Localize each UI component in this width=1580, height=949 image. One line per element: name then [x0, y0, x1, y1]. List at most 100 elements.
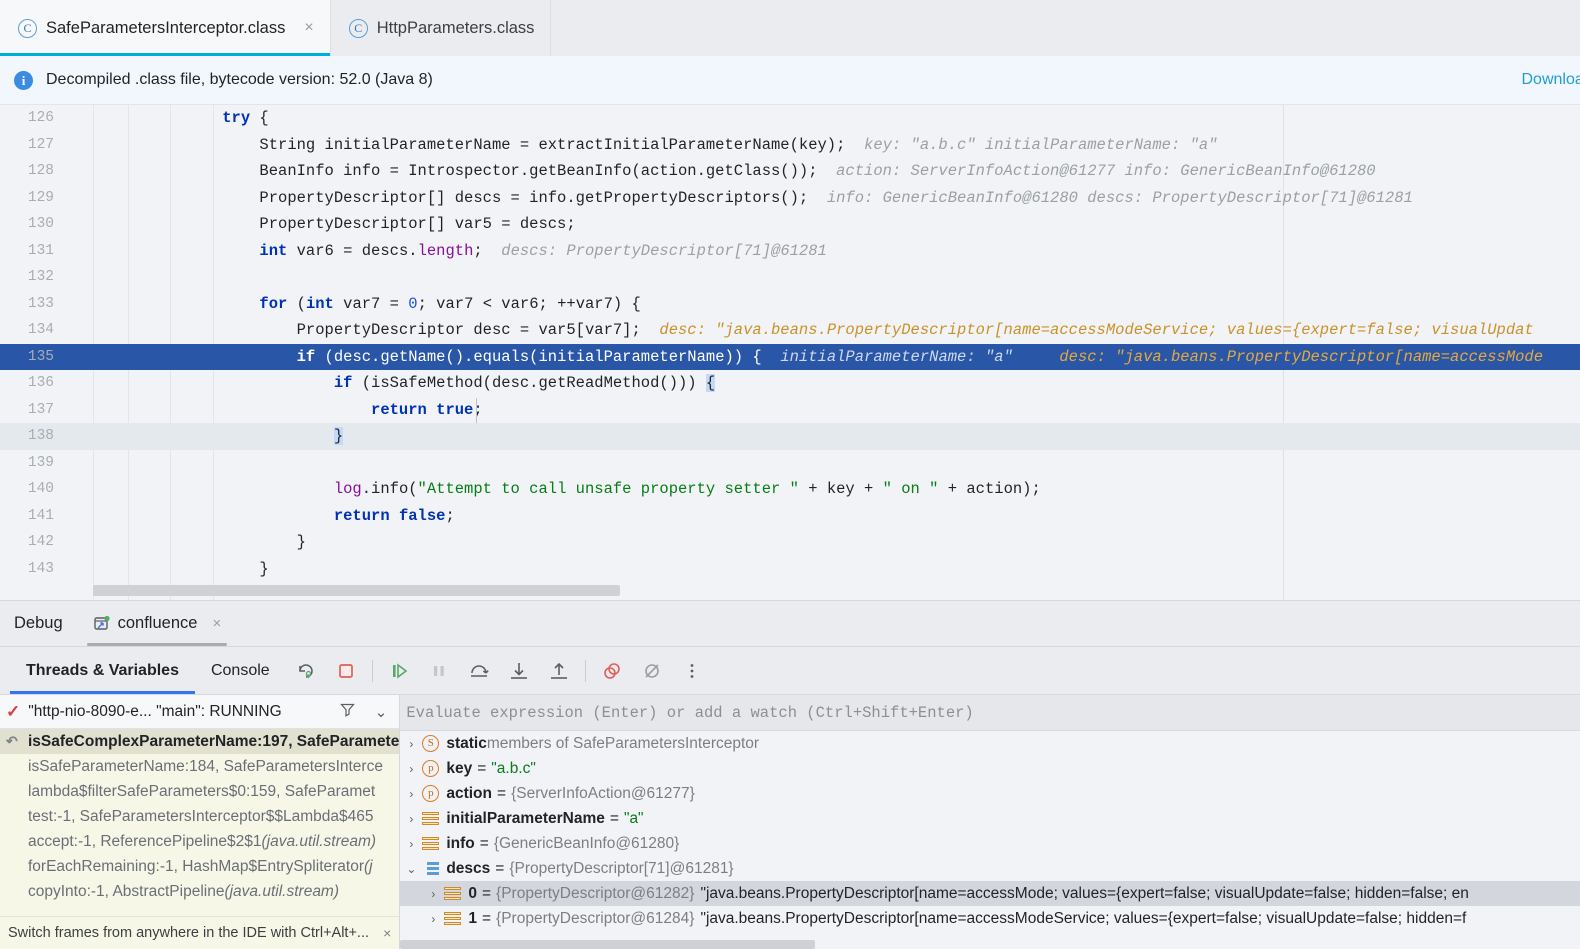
chevron-right-icon[interactable]: › — [400, 737, 422, 751]
gutter[interactable] — [62, 158, 185, 185]
code-content: log.info("Attempt to call unsafe propert… — [333, 480, 1041, 499]
list-item[interactable]: lambda$filterSafeParameters$0:159, SafeP… — [0, 779, 399, 804]
list-item[interactable]: isSafeParameterName:184, SafeParametersI… — [0, 754, 399, 779]
filter-icon[interactable] — [334, 702, 361, 721]
variable-suffix: members of SafeParametersInterceptor — [486, 734, 760, 752]
code-content: for (int var7 = 0; var7 < var6; ++var7) … — [259, 294, 641, 313]
list-item[interactable]: test:-1, SafeParametersInterceptor$$Lamb… — [0, 804, 399, 829]
code-line: 142 } — [0, 529, 1580, 556]
tree-row-initialparametername[interactable]: › initialParameterName = "a" — [400, 806, 1580, 831]
stop-icon[interactable] — [331, 656, 361, 686]
more-options-icon[interactable] — [677, 656, 707, 686]
tree-row-info[interactable]: › info = {GenericBeanInfo@61280} — [400, 831, 1580, 856]
gutter[interactable] — [62, 264, 185, 291]
gutter[interactable] — [62, 529, 185, 556]
gutter[interactable] — [62, 370, 185, 397]
code-lines: 126 try { 127 String initialParameterNam… — [0, 105, 1580, 600]
variable-name: action — [446, 784, 492, 802]
frames-list[interactable]: ↶ isSafeComplexParameterName:197, SafePa… — [0, 729, 400, 916]
code-line: 136 if (isSafeMethod(desc.getReadMethod(… — [0, 370, 1580, 397]
list-item[interactable]: copyInto:-1, AbstractPipeline (java.util… — [0, 879, 399, 904]
chevron-right-icon[interactable]: › — [422, 912, 444, 926]
tab-safeparametersinterceptor[interactable]: C SafeParametersInterceptor.class × — [0, 0, 331, 56]
tree-row-descs-0[interactable]: › 0 = {PropertyDescriptor@61282} "java.b… — [400, 881, 1580, 906]
editor-horizontal-scrollbar[interactable] — [93, 585, 1580, 596]
evaluate-expression-input[interactable]: Evaluate expression (Enter) or add a wat… — [400, 695, 1580, 731]
variables-horizontal-scrollbar[interactable] — [400, 940, 816, 949]
tree-row-descs-1[interactable]: › 1 = {PropertyDescriptor@61284} "java.b… — [400, 906, 1580, 931]
run-config-label: confluence — [117, 614, 198, 632]
download-sources-link[interactable]: Download... — [1522, 71, 1580, 89]
variables-pane: Evaluate expression (Enter) or add a wat… — [400, 695, 1580, 949]
debug-header: Debug confluence × — [0, 601, 1580, 647]
list-item[interactable]: forEachRemaining:-1, HashMap$EntrySplite… — [0, 854, 399, 879]
tab-httpparameters[interactable]: C HttpParameters.class — [331, 0, 552, 56]
close-icon[interactable]: × — [304, 20, 313, 36]
code-content: try { — [222, 109, 269, 128]
inline-hint-desc: desc: "java.beans.PropertyDescriptor[nam… — [1059, 347, 1544, 366]
step-over-icon[interactable] — [464, 656, 494, 686]
step-out-icon[interactable] — [544, 656, 574, 686]
code-line: 139 — [0, 450, 1580, 477]
line-number: 129 — [27, 189, 54, 206]
toolbar-divider — [371, 659, 373, 682]
info-icon: i — [14, 70, 33, 90]
gutter[interactable] — [62, 105, 185, 132]
chevron-right-icon[interactable]: › — [400, 812, 422, 826]
code-content: int var6 = descs.length; descs: Property… — [259, 241, 827, 260]
run-configuration-tab[interactable]: confluence × — [79, 601, 236, 646]
intention-bulb-icon[interactable] — [100, 428, 114, 442]
equals-sign: = — [495, 859, 505, 877]
tree-row-key[interactable]: › p key = "a.b.c" — [400, 756, 1580, 781]
thread-selector[interactable]: ✓ "http-nio-8090-e... "main": RUNNING ⌄ — [0, 695, 400, 729]
gutter[interactable] — [62, 503, 185, 530]
close-icon[interactable]: × — [383, 925, 391, 941]
tab-console[interactable]: Console — [195, 647, 286, 694]
variable-name: initialParameterName — [446, 809, 605, 827]
chevron-right-icon[interactable]: › — [400, 762, 422, 776]
line-number: 127 — [27, 136, 54, 153]
class-icon: C — [18, 18, 37, 38]
chevron-down-icon[interactable]: ⌄ — [400, 862, 422, 876]
gutter[interactable] — [62, 343, 185, 370]
tab-threads-and-variables[interactable]: Threads & Variables — [10, 647, 195, 694]
rerun-icon[interactable] — [291, 656, 321, 686]
code-line: 127 String initialParameterName = extrac… — [0, 132, 1580, 159]
gutter[interactable] — [62, 291, 185, 318]
pause-icon[interactable] — [424, 656, 454, 686]
frames-hint-bar: Switch frames from anywhere in the IDE w… — [0, 916, 400, 949]
chevron-right-icon[interactable]: › — [400, 837, 422, 851]
code-editor[interactable]: 126 try { 127 String initialParameterNam… — [0, 105, 1580, 600]
inline-hint: info: GenericBeanInfo@61280 descs: Prope… — [826, 188, 1413, 207]
chevron-right-icon[interactable]: › — [422, 887, 444, 901]
line-number: 130 — [27, 216, 54, 233]
gutter[interactable] — [62, 211, 185, 238]
gutter[interactable] — [62, 423, 185, 450]
gutter[interactable] — [62, 476, 185, 503]
tree-row-action[interactable]: › p action = {ServerInfoAction@61277} — [400, 781, 1580, 806]
array-icon — [422, 860, 440, 877]
variables-tree[interactable]: › S static members of SafeParametersInte… — [400, 731, 1580, 949]
debug-toolbar: Threads & Variables Console — [0, 647, 1580, 695]
chevron-down-icon[interactable]: ⌄ — [369, 703, 394, 721]
tree-row-descs[interactable]: ⌄ descs = {PropertyDescriptor[71]@61281} — [400, 856, 1580, 881]
gutter[interactable] — [62, 397, 185, 424]
view-breakpoints-icon[interactable] — [597, 656, 627, 686]
list-item[interactable]: ↶ isSafeComplexParameterName:197, SafePa… — [0, 729, 400, 754]
close-icon[interactable]: × — [212, 615, 221, 632]
gutter[interactable] — [62, 185, 185, 212]
tree-row-static-members[interactable]: › S static members of SafeParametersInte… — [400, 731, 1580, 756]
gutter[interactable] — [62, 317, 185, 344]
chevron-right-icon[interactable]: › — [400, 787, 422, 801]
resume-icon[interactable] — [384, 656, 414, 686]
equals-sign: = — [481, 884, 492, 902]
code-content: BeanInfo info = Introspector.getBeanInfo… — [185, 162, 1376, 181]
gutter[interactable] — [62, 450, 185, 477]
mute-breakpoints-icon[interactable] — [637, 656, 667, 686]
gutter[interactable] — [62, 132, 185, 159]
scrollbar-thumb[interactable] — [93, 585, 620, 596]
gutter[interactable] — [62, 556, 185, 583]
step-into-icon[interactable] — [504, 656, 534, 686]
list-item[interactable]: accept:-1, ReferencePipeline$2$1 (java.u… — [0, 829, 399, 854]
gutter[interactable] — [62, 238, 185, 265]
